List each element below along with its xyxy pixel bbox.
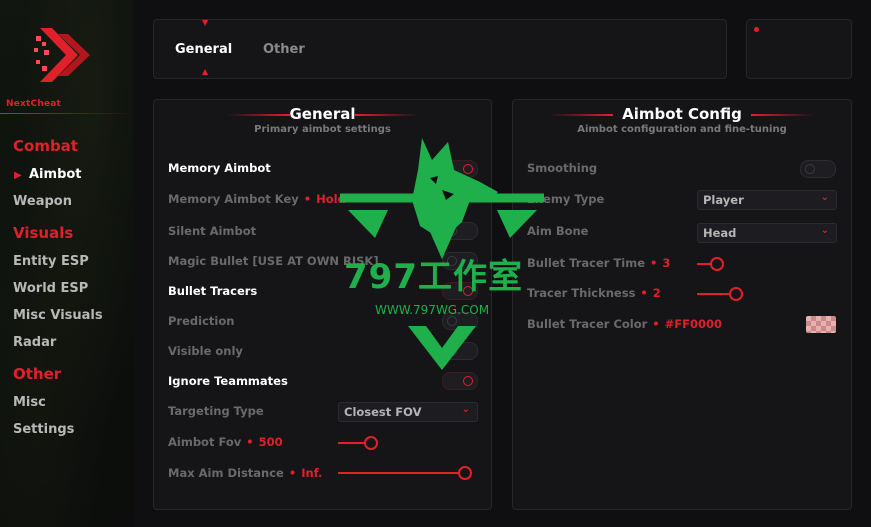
visible-only-toggle[interactable] <box>442 342 478 360</box>
slider-thumb[interactable] <box>729 287 743 301</box>
enemy-type-label: Enemy Type <box>527 192 605 206</box>
visible-only-label: Visible only <box>168 344 243 358</box>
nextcheat-logo-icon <box>34 28 90 82</box>
smoothing-label: Smoothing <box>527 161 598 175</box>
nav-item-world-esp[interactable]: World ESP <box>13 281 88 296</box>
tracer-thickness-value: 2 <box>652 286 661 300</box>
panel-title: General <box>289 105 356 123</box>
max-aim-distance-row: Max Aim Distance • Inf. <box>168 466 322 480</box>
bullet-tracer-color-value: #FF0000 <box>664 317 723 331</box>
sidebar: NextCheat Combat ▶ Aimbot Weapon Visuals… <box>0 0 133 527</box>
tab-other[interactable]: Other <box>263 42 305 57</box>
targeting-type-value: Closest FOV <box>344 405 422 419</box>
panel-subtitle: Primary aimbot settings <box>254 124 391 135</box>
nav-item-weapon[interactable]: Weapon <box>13 194 72 209</box>
tab-general[interactable]: General <box>175 42 232 57</box>
memory-aimbot-key-label: Memory Aimbot Key <box>168 192 299 206</box>
panel-subtitle: Aimbot configuration and fine-tuning <box>577 124 787 135</box>
watermark-url: WWW.797WG.COM <box>375 303 490 317</box>
aimbot-fov-row: Aimbot Fov • 500 <box>168 435 283 449</box>
memory-aimbot-label: Memory Aimbot <box>168 161 271 175</box>
chevron-down-icon: ⌄ <box>820 192 829 203</box>
nav-item-misc[interactable]: Misc <box>13 395 46 410</box>
brand-divider <box>0 113 133 114</box>
prediction-label: Prediction <box>168 314 235 328</box>
slider-thumb[interactable] <box>710 257 724 271</box>
toggle-knob <box>805 164 815 174</box>
toggle-knob <box>463 376 473 386</box>
max-aim-distance-slider[interactable] <box>338 466 472 480</box>
memory-aimbot-key-value[interactable]: Hold <box>316 192 346 206</box>
slider-thumb[interactable] <box>364 436 378 450</box>
memory-aimbot-key-row: Memory Aimbot Key • Hold <box>168 192 346 206</box>
ignore-teammates-label: Ignore Teammates <box>168 374 288 388</box>
toggle-knob <box>447 346 457 356</box>
nav-section-visuals: Visuals <box>13 224 74 242</box>
watermark-title: 797工作室 <box>344 257 523 297</box>
toggle-knob <box>447 226 457 236</box>
nav-item-misc-visuals[interactable]: Misc Visuals <box>13 308 103 323</box>
title-divider-right <box>355 114 419 116</box>
bullet-tracer-time-label: Bullet Tracer Time <box>527 256 646 270</box>
aim-bone-value: Head <box>703 226 737 240</box>
nav-item-settings[interactable]: Settings <box>13 422 74 437</box>
bullet-tracer-time-row: Bullet Tracer Time • 3 <box>527 256 670 270</box>
chevron-down-icon: ⌄ <box>820 225 829 236</box>
slider-thumb[interactable] <box>458 466 472 480</box>
aimbot-fov-slider[interactable] <box>338 436 464 450</box>
bullet-separator: • <box>652 317 660 331</box>
tracer-thickness-row: Tracer Thickness • 2 <box>527 286 661 300</box>
aimbot-fov-label: Aimbot Fov <box>168 435 242 449</box>
bullet-separator: • <box>246 435 254 449</box>
status-box <box>746 19 852 79</box>
tracer-thickness-slider[interactable] <box>697 287 823 301</box>
nav-section-other: Other <box>13 365 62 383</box>
max-aim-distance-label: Max Aim Distance <box>168 466 284 480</box>
bullet-tracer-time-slider[interactable] <box>697 257 823 271</box>
chevron-down-icon: ⌄ <box>461 404 470 415</box>
bullet-separator: • <box>650 256 658 270</box>
tracer-thickness-label: Tracer Thickness <box>527 286 636 300</box>
tab-bottom-marker-icon: ▲ <box>202 67 209 76</box>
nav-item-aimbot[interactable]: Aimbot <box>29 167 82 182</box>
toggle-knob <box>463 164 473 174</box>
brand-name: NextCheat <box>6 99 62 109</box>
toggle-knob <box>447 316 457 326</box>
bullet-tracer-time-value: 3 <box>662 256 671 270</box>
slider-track <box>338 472 464 474</box>
aim-bone-label: Aim Bone <box>527 224 589 238</box>
bullet-tracer-color-row: Bullet Tracer Color • #FF0000 <box>527 317 722 331</box>
title-divider-right <box>751 114 815 116</box>
nav-section-combat: Combat <box>13 137 78 155</box>
smoothing-toggle[interactable] <box>800 160 836 178</box>
aimbot-fov-value: 500 <box>258 435 283 449</box>
bullet-separator: • <box>303 192 312 206</box>
ignore-teammates-toggle[interactable] <box>442 372 478 390</box>
status-dot-icon <box>754 27 759 32</box>
tab-bar: ▼ General ▲ Other <box>153 18 727 79</box>
aimbot-config-panel: Aimbot Config Aimbot configuration and f… <box>512 99 852 510</box>
active-indicator-icon: ▶ <box>14 170 22 181</box>
bullet-tracer-color-label: Bullet Tracer Color <box>527 317 648 331</box>
nav-item-radar[interactable]: Radar <box>13 335 56 350</box>
bullet-separator: • <box>640 286 648 300</box>
bullet-tracer-color-swatch[interactable] <box>806 316 836 333</box>
memory-aimbot-toggle[interactable] <box>442 160 478 178</box>
enemy-type-value: Player <box>703 193 744 207</box>
tab-top-marker-icon: ▼ <box>202 18 209 27</box>
aim-bone-select[interactable]: Head ⌄ <box>697 223 837 243</box>
silent-aimbot-toggle[interactable] <box>442 222 478 240</box>
bullet-separator: • <box>288 466 297 480</box>
targeting-type-label: Targeting Type <box>168 404 264 418</box>
nav-item-entity-esp[interactable]: Entity ESP <box>13 254 89 269</box>
enemy-type-select[interactable]: Player ⌄ <box>697 190 837 210</box>
targeting-type-select[interactable]: Closest FOV ⌄ <box>338 402 478 422</box>
bullet-tracers-label: Bullet Tracers <box>168 284 258 298</box>
max-aim-distance-value: Inf. <box>301 466 323 480</box>
silent-aimbot-label: Silent Aimbot <box>168 224 257 238</box>
